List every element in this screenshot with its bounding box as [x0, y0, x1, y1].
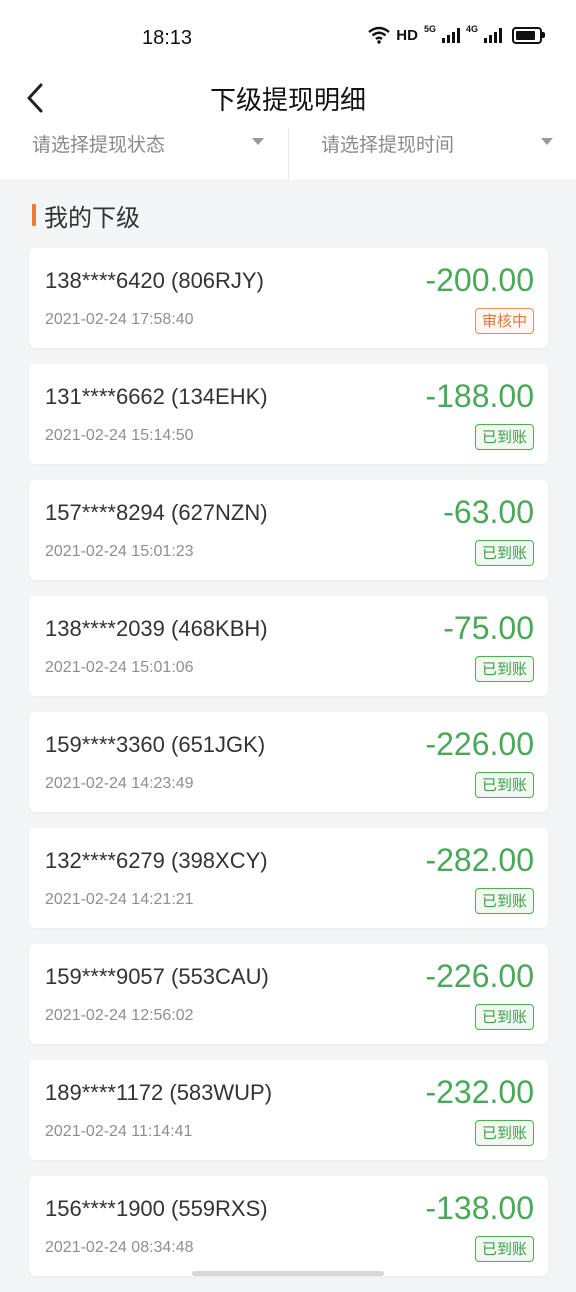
- status-badge: 已到账: [474, 1120, 534, 1146]
- status-badge: 已到账: [474, 1236, 534, 1262]
- status-badge: 已到账: [474, 1004, 534, 1030]
- record-user: 159****3360 (651JGK): [45, 732, 266, 757]
- battery-icon: [512, 26, 545, 44]
- record-time: 2021-02-24 11:14:41: [45, 1123, 193, 1140]
- nav-bar: 下级提现明细: [0, 66, 576, 128]
- record-time: 2021-02-24 08:34:48: [45, 1239, 194, 1256]
- record-amount: -282.00: [425, 842, 534, 878]
- list-item[interactable]: 156****1900 (559RXS) 2021-02-24 08:34:48 -…: [29, 1176, 548, 1276]
- record-time: 2021-02-24 14:23:49: [45, 775, 194, 792]
- record-amount: -63.00: [443, 494, 534, 530]
- record-user: 156****1900 (559RXS): [45, 1196, 268, 1221]
- record-time: 2021-02-24 17:58:40: [45, 311, 194, 328]
- record-user: 131****6662 (134EHK): [45, 384, 268, 409]
- record-user: 159****9057 (553CAU): [45, 964, 269, 989]
- record-user: 189****1172 (583WUP): [45, 1080, 273, 1105]
- status-icons: HD 5G 4G: [368, 24, 545, 44]
- record-user: 138****6420 (806RJY): [45, 268, 264, 293]
- list-item[interactable]: 189****1172 (583WUP) 2021-02-24 11:14:41 -…: [29, 1060, 548, 1160]
- record-user: 138****2039 (468KBH): [45, 616, 268, 641]
- section-header: 我的下级: [32, 200, 140, 232]
- list-item[interactable]: 157****8294 (627NZN) 2021-02-24 15:01:23 -…: [29, 480, 548, 580]
- status-time: 18:13: [142, 27, 193, 49]
- list-item[interactable]: 138****6420 (806RJY) 2021-02-24 17:58:40 -…: [29, 248, 548, 348]
- hd-label: HD: [396, 26, 418, 44]
- record-amount: -188.00: [425, 378, 534, 414]
- withdrawal-list: 138****6420 (806RJY) 2021-02-24 17:58:40 -…: [29, 248, 548, 1292]
- status-bar: 18:13 HD 5G 4G: [0, 0, 576, 76]
- record-amount: -226.00: [425, 958, 534, 994]
- list-item[interactable]: 159****9057 (553CAU) 2021-02-24 12:56:02 -…: [29, 944, 548, 1044]
- status-badge: 已到账: [474, 656, 534, 682]
- status-badge: 审核中: [474, 308, 534, 334]
- time-filter-dropdown[interactable]: 请选择提现时间: [288, 128, 576, 180]
- record-amount: -200.00: [425, 262, 534, 298]
- section-accent-bar: [32, 204, 36, 226]
- network-4g-label: 4G: [465, 24, 478, 34]
- list-item[interactable]: 132****6279 (398XCY) 2021-02-24 14:21:21 -…: [29, 828, 548, 928]
- home-indicator: [192, 1271, 384, 1276]
- time-filter-label: 请选择提现时间: [321, 134, 455, 156]
- status-filter-label: 请选择提现状态: [32, 134, 166, 156]
- signal-5g-icon: [441, 27, 460, 43]
- record-amount: -232.00: [425, 1074, 534, 1110]
- record-time: 2021-02-24 15:01:06: [45, 659, 194, 676]
- network-5g-label: 5G: [423, 24, 436, 34]
- record-amount: -75.00: [443, 610, 534, 646]
- status-badge: 已到账: [474, 772, 534, 798]
- list-item[interactable]: 138****2039 (468KBH) 2021-02-24 15:01:06 -…: [29, 596, 548, 696]
- status-badge: 已到账: [474, 424, 534, 450]
- status-filter-dropdown[interactable]: 请选择提现状态: [0, 128, 288, 180]
- status-badge: 已到账: [474, 888, 534, 914]
- page-title: 下级提现明细: [209, 86, 366, 116]
- list-item[interactable]: 131****6662 (134EHK) 2021-02-24 15:14:50 -…: [29, 364, 548, 464]
- list-item[interactable]: 159****3360 (651JGK) 2021-02-24 14:23:49 -…: [29, 712, 548, 812]
- filter-bar: 请选择提现状态 请选择提现时间: [0, 128, 576, 181]
- signal-4g-icon: [484, 27, 502, 43]
- section-title: 我的下级: [44, 203, 140, 232]
- record-user: 157****8294 (627NZN): [45, 500, 268, 525]
- caret-down-icon: [252, 138, 264, 145]
- status-badge: 已到账: [474, 540, 534, 566]
- record-user: 132****6279 (398XCY): [45, 848, 268, 873]
- caret-down-icon: [541, 138, 553, 145]
- record-amount: -226.00: [425, 726, 534, 762]
- record-time: 2021-02-24 12:56:02: [45, 1007, 194, 1024]
- record-time: 2021-02-24 15:01:23: [45, 543, 194, 560]
- wifi-icon: [368, 26, 391, 44]
- record-amount: -138.00: [425, 1190, 534, 1226]
- record-time: 2021-02-24 14:21:21: [45, 891, 194, 908]
- record-time: 2021-02-24 15:14:50: [45, 427, 194, 444]
